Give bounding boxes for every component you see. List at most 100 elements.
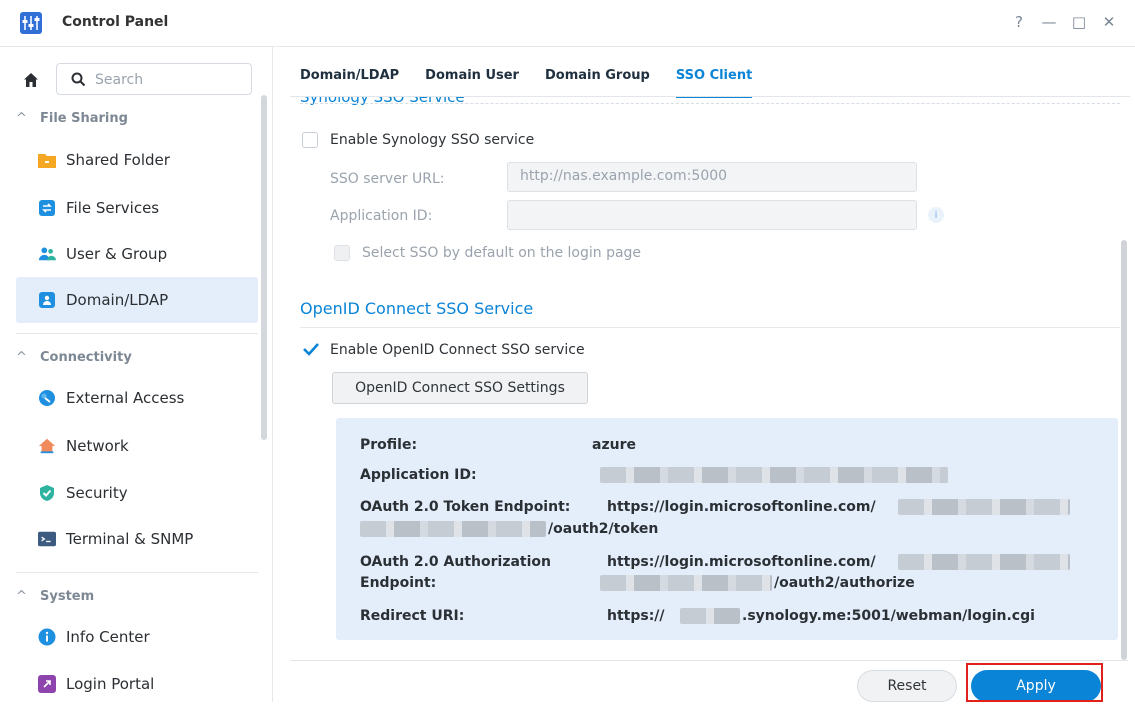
window-controls: ? — □ ✕ xyxy=(1007,10,1121,34)
home-icon xyxy=(24,73,38,87)
terminal-icon xyxy=(38,530,56,548)
redirect-uri-prefix: https:// xyxy=(607,608,665,624)
tab-domain-user[interactable]: Domain User xyxy=(425,68,519,97)
openid-section-title: OpenID Connect SSO Service xyxy=(300,299,534,318)
tab-domain-group[interactable]: Domain Group xyxy=(545,68,650,97)
search-box[interactable] xyxy=(56,63,252,95)
users-icon xyxy=(38,245,56,263)
search-input[interactable] xyxy=(93,69,247,91)
sidebar-divider xyxy=(16,572,258,573)
application-id-label: Application ID: xyxy=(330,208,433,224)
token-endpoint-prefix: https://login.microsoftonline.com/ xyxy=(607,499,876,515)
login-portal-icon xyxy=(38,675,56,693)
enable-openid-checkbox[interactable] xyxy=(302,341,320,357)
sidebar-item-label: Security xyxy=(66,484,128,502)
sidebar-item-security[interactable]: Security xyxy=(16,470,258,516)
openid-settings-button[interactable]: OpenID Connect SSO Settings xyxy=(332,372,588,404)
sso-default-login-label: Select SSO by default on the login page xyxy=(362,245,642,261)
profile-value: azure xyxy=(592,437,636,453)
sidebar: ^ File Sharing Shared Folder File Servic… xyxy=(0,47,273,702)
sso-server-url-label: SSO server URL: xyxy=(330,171,445,187)
token-endpoint-suffix: /oauth2/token xyxy=(548,521,659,537)
openid-info-panel: Profile: azure Application ID: OAuth 2.0… xyxy=(336,418,1118,640)
redacted-application-id xyxy=(600,467,948,483)
sidebar-item-label: User & Group xyxy=(66,245,168,263)
redacted-tenant-id xyxy=(898,499,1070,515)
section-divider xyxy=(300,103,1120,104)
redirect-uri-suffix: .synology.me:5001/webman/login.cgi xyxy=(742,608,1035,624)
sidebar-divider xyxy=(16,333,258,334)
section-label: Connectivity xyxy=(40,349,132,365)
main-content: Synology SSO Service Enable Synology SSO… xyxy=(290,97,1126,660)
sidebar-item-network[interactable]: Network xyxy=(16,423,258,469)
auth-endpoint-suffix: /oauth2/authorize xyxy=(774,575,915,591)
section-label: File Sharing xyxy=(40,110,128,126)
chevron-up-icon: ^ xyxy=(16,349,27,365)
apply-highlight-box xyxy=(966,663,1103,702)
network-icon xyxy=(38,437,56,455)
enable-synology-sso-label: Enable Synology SSO service xyxy=(330,132,535,148)
footer-divider xyxy=(290,660,1128,661)
sidebar-item-external-access[interactable]: External Access xyxy=(16,375,258,421)
section-file-sharing[interactable]: ^ File Sharing xyxy=(16,108,128,128)
tab-domain-ldap[interactable]: Domain/LDAP xyxy=(300,68,399,97)
chevron-up-icon: ^ xyxy=(16,588,27,604)
main-scrollbar[interactable] xyxy=(1121,240,1127,660)
sidebar-item-login-portal[interactable]: Login Portal xyxy=(16,661,258,707)
application-id-field[interactable] xyxy=(507,200,917,230)
sidebar-item-info-center[interactable]: Info Center xyxy=(16,614,258,660)
redirect-uri-label: Redirect URI: xyxy=(360,608,465,624)
sidebar-item-label: Shared Folder xyxy=(66,151,170,169)
sidebar-item-label: Domain/LDAP xyxy=(66,291,169,309)
file-services-icon xyxy=(38,199,56,217)
control-panel-icon xyxy=(20,12,42,34)
chevron-up-icon: ^ xyxy=(16,110,27,126)
redacted-tenant-id xyxy=(898,554,1070,570)
redacted-tenant-id xyxy=(360,521,546,537)
redacted-tenant-id xyxy=(600,575,772,591)
sidebar-item-label: External Access xyxy=(66,389,185,407)
sidebar-item-user-group[interactable]: User & Group xyxy=(16,231,258,277)
sidebar-item-domain-ldap[interactable]: Domain/LDAP xyxy=(16,277,258,323)
sso-default-login-checkbox[interactable] xyxy=(334,245,350,261)
shield-icon xyxy=(38,484,56,502)
redacted-hostname xyxy=(680,608,740,624)
sso-server-url-field[interactable]: http://nas.example.com:5000 xyxy=(507,162,917,192)
help-icon[interactable]: ? xyxy=(1007,10,1031,34)
enable-openid-label: Enable OpenID Connect SSO service xyxy=(330,342,585,358)
auth-endpoint-label: OAuth 2.0 Authorization xyxy=(360,554,551,570)
folder-icon xyxy=(38,151,56,169)
sidebar-item-file-services[interactable]: File Services xyxy=(16,185,258,231)
search-icon xyxy=(71,72,86,87)
sidebar-item-terminal-snmp[interactable]: Terminal & SNMP xyxy=(16,516,258,562)
sidebar-item-label: Info Center xyxy=(66,628,150,646)
info-icon xyxy=(38,628,56,646)
sidebar-item-label: File Services xyxy=(66,199,160,217)
sidebar-item-label: Terminal & SNMP xyxy=(66,530,194,548)
home-button[interactable] xyxy=(16,65,46,95)
external-access-icon xyxy=(38,389,56,407)
tab-sso-client[interactable]: SSO Client xyxy=(675,68,753,98)
title-bar: Control Panel ? — □ ✕ xyxy=(0,0,1135,47)
section-divider xyxy=(300,327,1120,328)
sidebar-item-shared-folder[interactable]: Shared Folder xyxy=(16,137,258,183)
minimize-icon[interactable]: — xyxy=(1037,10,1061,34)
section-system[interactable]: ^ System xyxy=(16,586,94,606)
sidebar-item-label: Network xyxy=(66,437,129,455)
reset-button[interactable]: Reset xyxy=(857,670,957,702)
auth-endpoint-prefix: https://login.microsoftonline.com/ xyxy=(607,554,876,570)
close-icon[interactable]: ✕ xyxy=(1097,10,1121,34)
token-endpoint-label: OAuth 2.0 Token Endpoint: xyxy=(360,499,571,515)
auth-endpoint-label-line2: Endpoint: xyxy=(360,575,437,591)
info-icon[interactable]: i xyxy=(928,207,944,223)
enable-synology-sso-checkbox[interactable] xyxy=(302,132,318,148)
domain-icon xyxy=(38,291,56,309)
section-connectivity[interactable]: ^ Connectivity xyxy=(16,347,132,367)
section-label: System xyxy=(40,588,95,604)
sidebar-item-label: Login Portal xyxy=(66,675,155,693)
sidebar-scrollbar[interactable] xyxy=(261,95,267,440)
maximize-icon[interactable]: □ xyxy=(1067,10,1091,34)
tab-bar: Domain/LDAP Domain User Domain Group SSO… xyxy=(300,47,778,98)
synology-sso-heading: Synology SSO Service xyxy=(300,97,465,106)
application-id-label: Application ID: xyxy=(360,467,477,483)
